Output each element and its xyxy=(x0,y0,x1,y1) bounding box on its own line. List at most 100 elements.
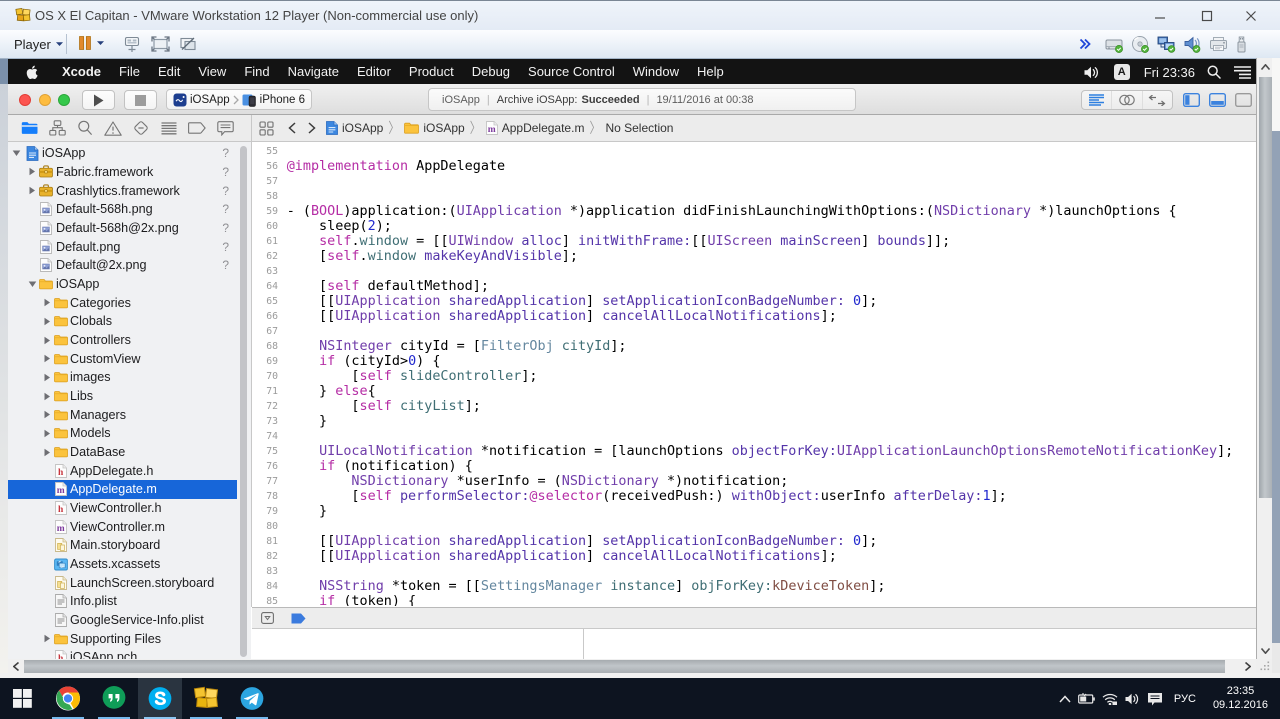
navigator-tab-tests[interactable] xyxy=(127,115,155,141)
code-line-82[interactable]: 82 [[UIApplication sharedApplication] ca… xyxy=(252,549,1256,564)
tree-group-iosapp[interactable]: iOSApp xyxy=(8,275,237,294)
code-line-70[interactable]: 70 [self slideController]; xyxy=(252,369,1256,384)
tree-file-appdelegate.h[interactable]: h AppDelegate.h xyxy=(8,461,237,480)
traffic-light-minimize[interactable] xyxy=(39,93,51,106)
code-line-81[interactable]: 81 [[UIApplication sharedApplication] se… xyxy=(252,534,1256,549)
taskbar-clock[interactable]: 23:35 09.12.2016 xyxy=(1213,685,1268,712)
navigator-tab-search[interactable] xyxy=(71,115,99,141)
maximize-button[interactable] xyxy=(1185,1,1229,31)
taskbar-hangouts-icon[interactable] xyxy=(101,685,127,711)
menubar-clock[interactable]: Fri 23:36 xyxy=(1144,65,1195,80)
tree-group-libs[interactable]: Libs xyxy=(8,387,237,406)
navigator-tab-issues[interactable] xyxy=(99,115,127,141)
wifi-icon[interactable] xyxy=(1102,693,1118,705)
tree-file-assets.xcassets[interactable]: Assets.xcassets xyxy=(8,555,237,574)
disclosure-open-icon[interactable] xyxy=(27,279,37,289)
code-line-61[interactable]: 61 self.window = [[UIWindow alloc] initW… xyxy=(252,234,1256,249)
tree-group-controllers[interactable]: Controllers xyxy=(8,331,237,350)
input-source-menu[interactable]: A xyxy=(1113,64,1130,80)
related-items-icon[interactable] xyxy=(259,120,274,136)
disclosure-closed-icon[interactable] xyxy=(42,410,52,420)
menu-product[interactable]: Product xyxy=(400,64,463,79)
tree-file-launchscreen.storyboard[interactable]: LaunchScreen.storyboard xyxy=(8,573,237,592)
scroll-left-arrow[interactable] xyxy=(8,659,24,673)
disclosure-closed-icon[interactable] xyxy=(42,428,52,438)
scroll-up-arrow[interactable] xyxy=(1257,58,1273,75)
tree-file-info.plist[interactable]: Info.plist xyxy=(8,592,237,611)
jump-bar[interactable]: iOSApp 〉 iOSApp 〉 m AppDelegate.m 〉 No Selectio… xyxy=(251,115,673,141)
battery-icon[interactable] xyxy=(1078,693,1096,704)
disclosure-closed-icon[interactable] xyxy=(42,447,52,457)
volume-menu-icon[interactable] xyxy=(1084,66,1101,79)
tree-group-clobals[interactable]: Clobals xyxy=(8,312,237,331)
menu-help[interactable]: Help xyxy=(688,64,733,79)
menu-window[interactable]: Window xyxy=(624,64,688,79)
close-button[interactable] xyxy=(1229,1,1273,31)
breakpoints-toggle-button[interactable] xyxy=(291,613,306,624)
standard-editor-button[interactable] xyxy=(1082,91,1111,109)
language-indicator[interactable]: РУС xyxy=(1174,693,1196,705)
code-line-75[interactable]: 75 UILocalNotification *notification = [… xyxy=(252,444,1256,459)
code-line-67[interactable]: 67 xyxy=(252,324,1256,339)
volume-icon[interactable] xyxy=(1125,693,1140,705)
tree-group-iosapp[interactable]: iOSApp? xyxy=(8,144,237,163)
code-line-58[interactable]: 58 xyxy=(252,189,1256,204)
disclosure-closed-icon[interactable] xyxy=(42,391,52,401)
tree-file-appdelegate.m[interactable]: m AppDelegate.m xyxy=(8,480,237,499)
navigator-tab-debug[interactable] xyxy=(155,115,183,141)
menu-edit[interactable]: Edit xyxy=(149,64,189,79)
console-view[interactable] xyxy=(584,629,1256,659)
tree-file-default-568h.png[interactable]: Default-568h.png? xyxy=(8,200,237,219)
notification-center-icon[interactable] xyxy=(1234,65,1251,79)
cd-dvd-device-icon[interactable] xyxy=(1131,35,1150,53)
scroll-down-arrow[interactable] xyxy=(1257,642,1273,659)
spotlight-icon[interactable] xyxy=(1207,65,1221,79)
disclosure-closed-icon[interactable] xyxy=(42,634,52,644)
code-line-56[interactable]: 56 @implementation AppDelegate xyxy=(252,159,1256,174)
code-line-74[interactable]: 74 xyxy=(252,429,1256,444)
vm-horizontal-scrollbar[interactable] xyxy=(8,659,1256,673)
code-line-76[interactable]: 76 if (notification) { xyxy=(252,459,1256,474)
tree-file-default@2x.png[interactable]: Default@2x.png? xyxy=(8,256,237,275)
variables-view[interactable] xyxy=(252,629,583,659)
menu-file[interactable]: File xyxy=(110,64,149,79)
code-line-72[interactable]: 72 [self cityList]; xyxy=(252,399,1256,414)
forward-button[interactable] xyxy=(308,122,316,134)
disclosure-closed-icon[interactable] xyxy=(42,335,52,345)
pause-vm-button[interactable] xyxy=(79,36,105,50)
taskbar-chrome-icon[interactable] xyxy=(55,685,81,711)
breadcrumb-item[interactable]: iOSApp xyxy=(326,121,383,135)
code-line-65[interactable]: 65 [[UIApplication sharedApplication] se… xyxy=(252,294,1256,309)
traffic-light-close[interactable] xyxy=(19,93,31,106)
navigator-tab-reports[interactable] xyxy=(211,115,239,141)
code-line-79[interactable]: 79 } xyxy=(252,504,1256,519)
minimize-button[interactable] xyxy=(1138,1,1182,31)
tree-group-categories[interactable]: Categories xyxy=(8,293,237,312)
vm-vertical-scrollbar[interactable] xyxy=(1256,58,1272,659)
usb-device-icon[interactable] xyxy=(1235,36,1248,53)
disclosure-closed-icon[interactable] xyxy=(27,186,37,196)
source-editor[interactable]: 55 56 @implementation AppDelegate 57 58 59 - (… xyxy=(252,142,1256,606)
tree-file-viewcontroller.h[interactable]: h ViewController.h xyxy=(8,499,237,518)
disclosure-closed-icon[interactable] xyxy=(42,372,52,382)
menu-debug[interactable]: Debug xyxy=(463,64,519,79)
menu-navigate[interactable]: Navigate xyxy=(279,64,348,79)
action-center-icon[interactable] xyxy=(1147,692,1163,706)
navigator-tab-project-selected[interactable] xyxy=(15,115,43,141)
code-line-66[interactable]: 66 [[UIApplication sharedApplication] ca… xyxy=(252,309,1256,324)
tree-group-managers[interactable]: Managers xyxy=(8,405,237,424)
code-line-63[interactable]: 63 xyxy=(252,264,1256,279)
menu-xcode[interactable]: Xcode xyxy=(53,64,110,79)
expand-toolbar-icon[interactable] xyxy=(1079,38,1091,50)
menu-editor[interactable]: Editor xyxy=(348,64,400,79)
tree-file-main.storyboard[interactable]: Main.storyboard xyxy=(8,536,237,555)
version-editor-button[interactable] xyxy=(1141,91,1172,109)
toggle-utilities-button[interactable] xyxy=(1235,92,1252,107)
menu-view[interactable]: View xyxy=(189,64,235,79)
disclosure-closed-icon[interactable] xyxy=(42,316,52,326)
taskbar-vmware-icon[interactable] xyxy=(193,685,219,711)
taskbar-skype-icon[interactable] xyxy=(147,685,173,711)
tree-file-googleservice-info.plist[interactable]: GoogleService-Info.plist xyxy=(8,611,237,630)
tree-group-customview[interactable]: CustomView xyxy=(8,349,237,368)
apple-menu-icon[interactable] xyxy=(25,65,38,80)
